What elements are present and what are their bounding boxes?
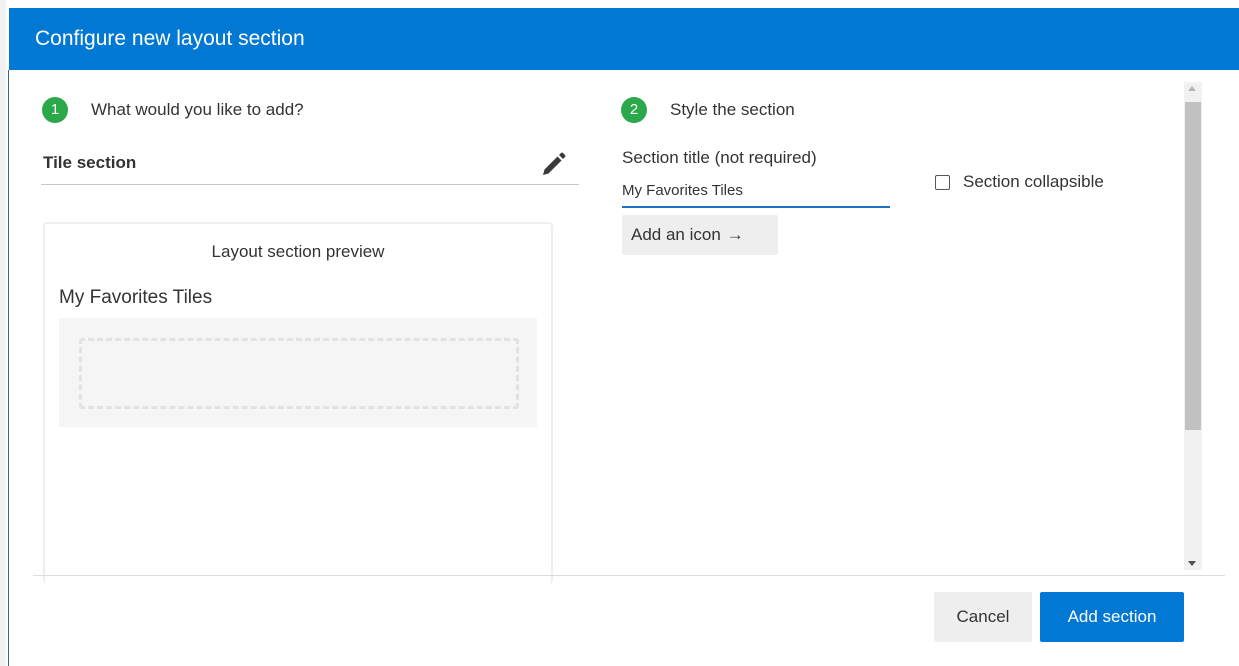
step-2-badge: 2 (621, 97, 647, 123)
scroll-up-arrow-icon[interactable] (1188, 86, 1196, 91)
section-collapsible-checkbox[interactable] (935, 175, 950, 190)
step-1-badge: 1 (42, 97, 68, 123)
arrow-right-icon: → (726, 225, 744, 244)
add-icon-button[interactable]: Add an icon → (622, 215, 778, 255)
preview-tile-placeholder (79, 338, 519, 409)
add-section-button[interactable]: Add section (1040, 592, 1184, 642)
step-1-label: What would you like to add? (91, 100, 304, 119)
dialog-header: Configure new layout section (9, 8, 1239, 70)
page: Configure new layout section 1 What woul… (0, 0, 1239, 666)
preview-tile-area (59, 318, 537, 427)
section-title-label: Section title (not required) (622, 148, 817, 167)
scrollbar-thumb[interactable] (1185, 102, 1201, 430)
layout-section-preview: Layout section preview My Favorites Tile… (43, 222, 553, 584)
footer-divider (33, 575, 1225, 576)
scroll-down-arrow-icon[interactable] (1188, 561, 1196, 566)
dialog-scrollbar[interactable] (1184, 82, 1202, 570)
section-collapsible-label: Section collapsible (963, 172, 1104, 191)
step-2-label: Style the section (670, 100, 795, 119)
pencil-icon[interactable] (538, 150, 568, 180)
preview-heading: Layout section preview (211, 242, 385, 261)
preview-section-title: My Favorites Tiles (59, 287, 213, 308)
cancel-button[interactable]: Cancel (934, 592, 1032, 642)
section-type-field[interactable]: Tile section (41, 146, 579, 185)
section-type-value: Tile section (43, 153, 137, 172)
section-title-input[interactable] (622, 174, 890, 208)
background-page-edge (0, 0, 6, 666)
configure-section-dialog: Configure new layout section 1 What woul… (9, 8, 1239, 666)
dialog-title: Configure new layout section (35, 27, 305, 50)
add-icon-button-label: Add an icon (631, 225, 721, 244)
